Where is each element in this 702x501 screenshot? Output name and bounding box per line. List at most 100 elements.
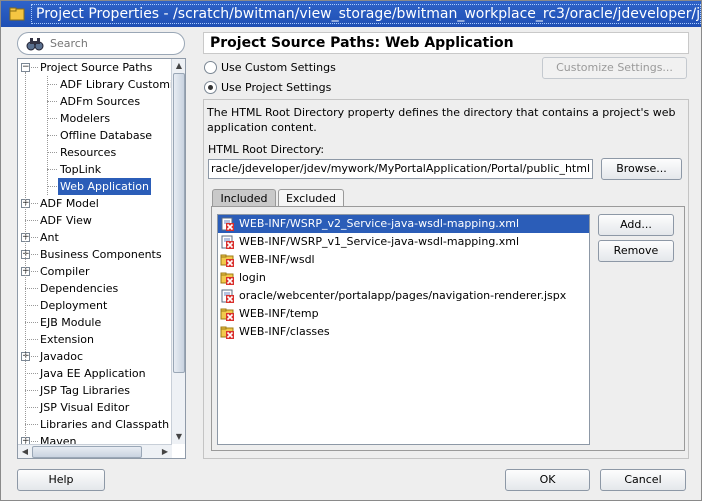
tree-item[interactable]: + Maven <box>18 433 172 444</box>
search-input[interactable] <box>48 35 178 52</box>
jspx-file-excluded-icon <box>221 289 234 303</box>
file-list-item[interactable]: WEB-INF/WSRP_v2_Service-java-wsdl-mappin… <box>218 215 589 233</box>
use-custom-settings-label: Use Custom Settings <box>221 61 336 74</box>
tree-item[interactable]: Web Application <box>18 178 172 195</box>
tree-item[interactable]: Deployment <box>18 297 172 314</box>
tree-connector <box>47 76 48 195</box>
use-custom-settings-radio[interactable]: Use Custom Settings <box>204 60 404 76</box>
file-list-item[interactable]: login <box>218 269 589 287</box>
file-list-item[interactable]: oracle/webcenter/portalapp/pages/navigat… <box>218 287 589 305</box>
file-list-item[interactable]: WEB-INF/WSRP_v1_Service-java-wsdl-mappin… <box>218 233 589 251</box>
tree-connector <box>25 373 38 374</box>
tree-vertical-scrollbar[interactable]: ▲ ▼ <box>171 59 185 444</box>
tree-connector <box>47 135 57 136</box>
tree-item[interactable]: Dependencies <box>18 280 172 297</box>
tree-item-label: Extension <box>40 333 95 346</box>
customize-settings-button[interactable]: Customize Settings... <box>542 57 687 79</box>
tree-connector <box>31 254 38 255</box>
tree-connector <box>47 186 57 187</box>
folder-excluded-icon <box>220 326 234 339</box>
use-project-settings-label: Use Project Settings <box>221 81 332 94</box>
tree-item[interactable]: EJB Module <box>18 314 172 331</box>
tree-item-label: Ant <box>40 231 59 244</box>
tree-item[interactable]: Modelers <box>18 110 172 127</box>
help-button[interactable]: Help <box>17 469 105 491</box>
tree-connector <box>31 271 38 272</box>
tree-connector <box>31 67 38 68</box>
tree-item[interactable]: + Javadoc <box>18 348 172 365</box>
tree-item[interactable]: Offline Database <box>18 127 172 144</box>
radio-button-project[interactable] <box>204 81 217 94</box>
category-tree-list: − Project Source Paths ADF Library Customi… <box>18 59 172 444</box>
tree-item-label: Resources <box>60 146 117 159</box>
scroll-left-arrow-icon[interactable]: ◀ <box>19 446 31 458</box>
tree-connector <box>47 118 57 119</box>
tree-item[interactable]: JSP Tag Libraries <box>18 382 172 399</box>
tree-item[interactable]: Libraries and Classpath <box>18 416 172 433</box>
tree-item[interactable]: + ADF Model <box>18 195 172 212</box>
tree-item[interactable]: − Project Source Paths <box>18 59 172 76</box>
scroll-down-arrow-icon[interactable]: ▼ <box>173 431 185 443</box>
tree-vertical-scroll-thumb[interactable] <box>173 73 185 373</box>
tab-excluded[interactable]: Excluded <box>278 189 344 207</box>
tree-horizontal-scrollbar[interactable]: ◀ ▶ <box>18 444 172 458</box>
file-path-label: WEB-INF/temp <box>239 307 319 320</box>
tree-connector <box>47 152 57 153</box>
tree-item[interactable]: TopLink <box>18 161 172 178</box>
tree-item-label: Dependencies <box>40 282 119 295</box>
tree-item[interactable]: ADF View <box>18 212 172 229</box>
title-bar[interactable]: Project Properties - /scratch/bwitman/vi… <box>1 1 701 27</box>
add-button[interactable]: Add... <box>598 214 674 236</box>
tree-item[interactable]: + Compiler <box>18 263 172 280</box>
category-tree: − Project Source Paths ADF Library Customi… <box>17 58 186 459</box>
tree-item-label: ADF Library Customi <box>60 78 172 91</box>
html-root-directory-label: HTML Root Directory: <box>208 143 325 156</box>
ok-button[interactable]: OK <box>505 469 590 491</box>
remove-button[interactable]: Remove <box>598 240 674 262</box>
tree-connector <box>25 424 38 425</box>
tab-included[interactable]: Included <box>212 189 276 207</box>
tree-connector <box>25 220 38 221</box>
file-list-item[interactable]: WEB-INF/temp <box>218 305 589 323</box>
tree-item-label: Deployment <box>40 299 108 312</box>
tree-connector <box>31 237 38 238</box>
tree-item-label: Maven <box>40 435 77 444</box>
scroll-up-arrow-icon[interactable]: ▲ <box>173 60 185 72</box>
radio-button-custom[interactable] <box>204 61 217 74</box>
file-list-item[interactable]: WEB-INF/wsdl <box>218 251 589 269</box>
tree-item[interactable]: + Ant <box>18 229 172 246</box>
tree-item-label: Javadoc <box>40 350 83 363</box>
tree-connector <box>25 407 38 408</box>
tree-item[interactable]: Extension <box>18 331 172 348</box>
use-project-settings-radio[interactable]: Use Project Settings <box>204 80 404 96</box>
project-properties-dialog: Project Properties - /scratch/bwitman/vi… <box>0 0 702 501</box>
panel-title: Project Source Paths: Web Application <box>203 32 689 54</box>
file-path-label: WEB-INF/classes <box>239 325 330 338</box>
tree-item[interactable]: ADFm Sources <box>18 93 172 110</box>
tree-item-label: TopLink <box>60 163 102 176</box>
tree-item[interactable]: JSP Visual Editor <box>18 399 172 416</box>
tree-horizontal-scroll-thumb[interactable] <box>32 446 142 458</box>
search-box[interactable] <box>17 32 185 55</box>
file-list-item[interactable]: WEB-INF/classes <box>218 323 589 341</box>
root-directory-description: The HTML Root Directory property defines… <box>207 106 676 134</box>
xml-file-excluded-icon <box>221 235 234 249</box>
tree-item[interactable]: + Business Components <box>18 246 172 263</box>
tree-connector <box>31 203 38 204</box>
tree-connector <box>47 84 57 85</box>
browse-button[interactable]: Browse... <box>601 158 682 180</box>
scroll-right-arrow-icon[interactable]: ▶ <box>159 446 171 458</box>
tree-connector <box>31 356 38 357</box>
tree-item[interactable]: ADF Library Customi <box>18 76 172 93</box>
tree-item-label: Java EE Application <box>40 367 146 380</box>
tree-item[interactable]: Java EE Application <box>18 365 172 382</box>
collapse-minus-icon[interactable]: − <box>21 63 30 72</box>
file-path-label: WEB-INF/wsdl <box>239 253 315 266</box>
tree-item-label: Web Application <box>58 178 151 195</box>
included-files-list[interactable]: WEB-INF/WSRP_v2_Service-java-wsdl-mappin… <box>217 214 590 445</box>
html-root-directory-field[interactable]: racle/jdeveloper/jdev/mywork/MyPortalApp… <box>208 159 593 179</box>
tree-item[interactable]: Resources <box>18 144 172 161</box>
cancel-button[interactable]: Cancel <box>600 469 686 491</box>
xml-file-excluded-icon <box>221 217 234 231</box>
file-path-label: WEB-INF/WSRP_v2_Service-java-wsdl-mappin… <box>239 217 520 230</box>
